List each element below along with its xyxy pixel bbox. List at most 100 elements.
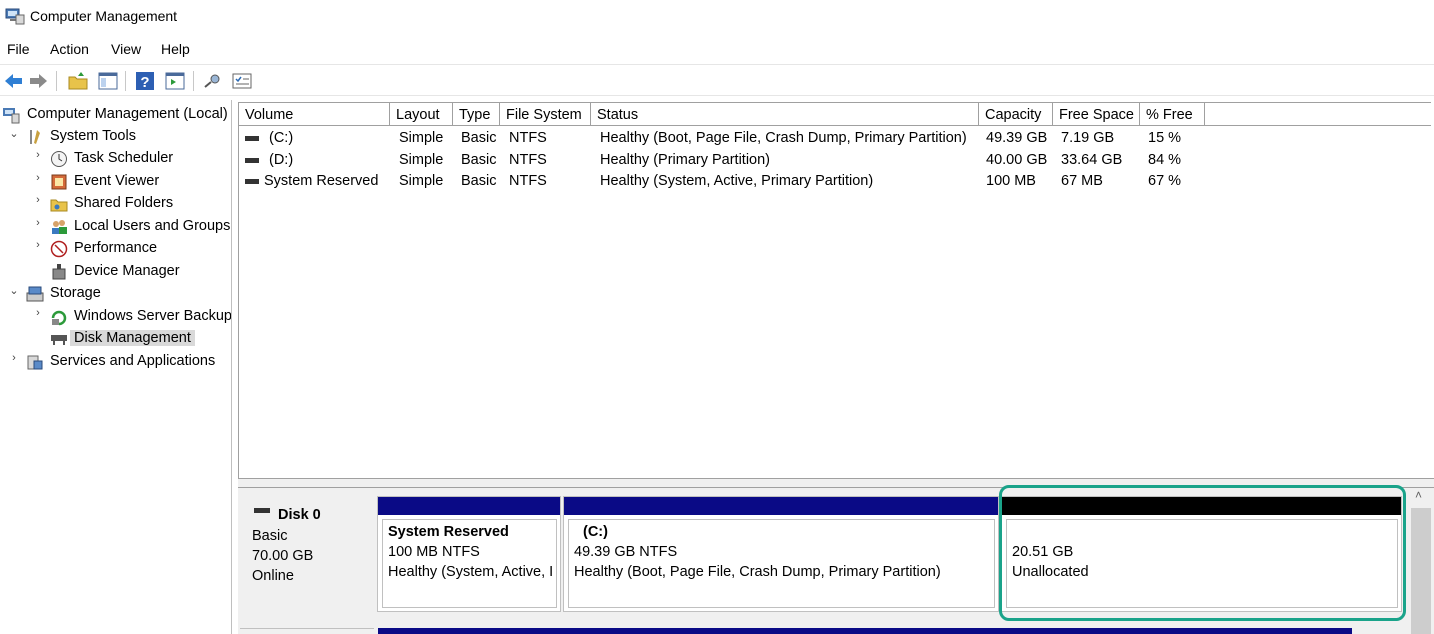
disk-name: Disk 0 <box>278 507 321 523</box>
partition-name: (C:) <box>583 524 608 540</box>
cell-capacity: 100 MB <box>986 173 1036 189</box>
tools-icon <box>30 130 40 144</box>
title-bar: Computer Management <box>0 0 1434 34</box>
column-header-file-system[interactable]: File System <box>500 102 591 126</box>
tree-label: Device Manager <box>74 263 180 279</box>
disk-size: 70.00 GB <box>252 548 314 564</box>
pane-splitter[interactable] <box>238 478 1434 488</box>
partition-size-fs: 100 MB NTFS <box>388 544 480 560</box>
back-icon[interactable] <box>2 70 24 92</box>
partition-size: 20.51 GB <box>1012 544 1074 560</box>
menu-action[interactable]: Action <box>50 41 89 57</box>
help-icon[interactable]: ? <box>134 70 156 92</box>
cell-status: Healthy (Primary Partition) <box>600 152 771 168</box>
chevron-down-icon[interactable]: ⌄ <box>8 284 20 297</box>
chevron-right-icon[interactable]: › <box>32 194 44 206</box>
tree-label: Event Viewer <box>74 173 160 189</box>
tree-label: Local Users and Groups <box>74 218 231 234</box>
disk-1-partition-bar[interactable] <box>378 628 1352 634</box>
tree-label: Storage <box>50 285 101 301</box>
tree-label: System Tools <box>50 128 136 144</box>
cell-status: Healthy (Boot, Page File, Crash Dump, Pr… <box>600 130 967 146</box>
chevron-right-icon[interactable]: › <box>32 307 44 319</box>
cell-status: Healthy (System, Active, Primary Partiti… <box>600 173 874 189</box>
partition-unallocated[interactable]: 20.51 GB Unallocated <box>1001 496 1402 612</box>
show-hide-tree-icon[interactable] <box>97 70 119 92</box>
volume-row[interactable]: (D:) Simple Basic NTFS Healthy (Primary … <box>239 149 1429 171</box>
partition-details: (C:) 49.39 GB NTFS Healthy (Boot, Page F… <box>568 519 995 608</box>
partition-status: Healthy (Boot, Page File, Crash Dump, Pr… <box>574 564 941 580</box>
column-header-layout[interactable]: Layout <box>390 102 453 126</box>
cell-volume: (C:) <box>269 130 294 146</box>
tree-label: Task Scheduler <box>74 150 174 166</box>
partition-details: System Reserved 100 MB NTFS Healthy (Sys… <box>382 519 557 608</box>
chevron-right-icon[interactable]: › <box>32 217 44 229</box>
cell-layout: Simple <box>399 173 444 189</box>
volume-row[interactable]: (C:) Simple Basic NTFS Healthy (Boot, Pa… <box>239 127 1429 149</box>
scrollbar-thumb[interactable] <box>1411 508 1431 634</box>
cell-free-space: 7.19 GB <box>1061 130 1115 146</box>
menu-bar: File Action View Help <box>0 38 1434 62</box>
cell-volume: System Reserved <box>264 173 379 189</box>
column-header-status[interactable]: Status <box>591 102 979 126</box>
disk-icon <box>254 508 270 513</box>
scroll-up-icon[interactable]: ˄ <box>1415 488 1422 502</box>
partition-color-bar <box>1002 497 1401 515</box>
disk-0-info[interactable]: Disk 0 Basic 70.00 GB Online <box>240 492 374 614</box>
users-icon <box>52 220 67 234</box>
chevron-right-icon[interactable]: › <box>32 239 44 251</box>
column-header-volume[interactable]: Volume <box>239 102 390 126</box>
disk-management-icon <box>51 335 67 345</box>
action-pane-icon[interactable] <box>164 70 186 92</box>
column-header-type[interactable]: Type <box>453 102 500 126</box>
volume-row[interactable]: System Reserved Simple Basic NTFS Health… <box>239 170 1429 192</box>
computer-management-icon <box>5 8 25 25</box>
cell-percent-free: 84 % <box>1148 152 1182 168</box>
cell-type: Basic <box>461 130 497 146</box>
volume-list: Volume Layout Type File System Status Ca… <box>238 102 1434 480</box>
column-header-free-space[interactable]: Free Space <box>1053 102 1140 126</box>
volume-icon <box>245 179 259 184</box>
window-title: Computer Management <box>30 8 178 24</box>
tree-label: Services and Applications <box>50 353 216 369</box>
column-header-capacity[interactable]: Capacity <box>979 102 1053 126</box>
performance-icon <box>50 240 68 258</box>
device-manager-icon <box>52 264 66 280</box>
menu-help[interactable]: Help <box>161 41 190 57</box>
toolbar: ? <box>0 64 1434 96</box>
chevron-right-icon[interactable]: › <box>32 149 44 161</box>
up-folder-icon[interactable] <box>67 70 89 92</box>
cell-percent-free: 15 % <box>1148 130 1182 146</box>
navigation-tree: Computer Management (Local) ⌄ System Too… <box>0 100 232 634</box>
partition-color-bar <box>564 497 998 515</box>
services-icon <box>27 355 43 370</box>
tree-label: Shared Folders <box>74 195 174 211</box>
forward-icon[interactable] <box>28 70 50 92</box>
disk-type: Basic <box>252 528 288 544</box>
chevron-right-icon[interactable]: › <box>8 352 20 364</box>
connect-icon[interactable] <box>202 70 224 92</box>
column-header-percent-free[interactable]: % Free <box>1140 102 1205 126</box>
partition-name: System Reserved <box>388 524 509 540</box>
partition-c[interactable]: (C:) 49.39 GB NTFS Healthy (Boot, Page F… <box>563 496 999 612</box>
cell-percent-free: 67 % <box>1148 173 1182 189</box>
menu-view[interactable]: View <box>111 41 141 57</box>
tree-label: Computer Management (Local) <box>27 106 228 122</box>
graph-scrollbar[interactable]: ˄ <box>1408 488 1434 634</box>
chevron-down-icon[interactable]: ⌄ <box>8 127 20 140</box>
svg-text:?: ? <box>140 74 149 91</box>
tree-label: Windows Server Backup <box>74 308 232 324</box>
tree-label: Disk Management <box>70 330 195 346</box>
properties-icon[interactable] <box>231 70 253 92</box>
cell-capacity: 49.39 GB <box>986 130 1048 146</box>
menu-file[interactable]: File <box>7 41 30 57</box>
cell-volume: (D:) <box>269 152 294 168</box>
partition-system-reserved[interactable]: System Reserved 100 MB NTFS Healthy (Sys… <box>377 496 561 612</box>
volume-icon <box>245 158 259 163</box>
disk-1-info[interactable] <box>240 628 374 634</box>
chevron-right-icon[interactable]: › <box>32 172 44 184</box>
partition-details: 20.51 GB Unallocated <box>1006 519 1398 608</box>
partition-status: Healthy (System, Active, I <box>388 564 554 580</box>
cell-capacity: 40.00 GB <box>986 152 1048 168</box>
volume-icon <box>245 136 259 141</box>
